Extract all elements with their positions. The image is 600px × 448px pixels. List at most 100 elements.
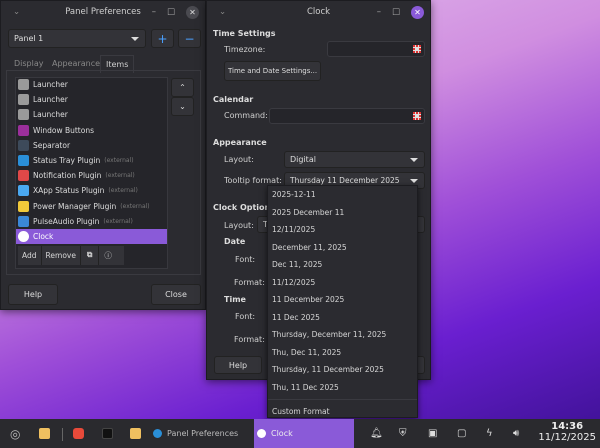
list-item[interactable]: Power Manager Plugin (external) [16,199,167,214]
help-button[interactable]: Help [8,284,58,305]
maximize-button[interactable]: □ [167,7,175,17]
menu-chevron-icon[interactable]: ⌄ [219,7,226,17]
dropdown-option[interactable]: Thursday, December 11, 2025 [268,326,417,344]
taskbar: ◎ Panel Preferences Clock 🔔︎ ⛨ ▣ ▢ ϟ 🔊︎ … [0,419,600,448]
tab-appearance[interactable]: Appearance [52,59,100,68]
date-font-label: Font: [235,255,256,264]
layout-label: Layout: [224,155,254,164]
dropdown-option[interactable]: Thursday, 11 December 2025 [268,361,417,379]
menu-chevron-icon[interactable]: ⌄ [13,7,20,17]
show-desktop-icon[interactable] [39,428,50,439]
clock-options-heading: Clock Options [213,203,276,212]
dropdown-option[interactable]: December 11, 2025 [268,239,417,257]
battery-icon[interactable]: ▢ [457,419,466,448]
dropdown-option[interactable]: Dec 11, 2025 [268,256,417,274]
item-label: Separator [33,140,71,150]
time-format-label: Format: [234,335,265,344]
taskbar-panel-preferences[interactable]: Panel Preferences [153,419,238,448]
list-item[interactable]: Launcher [16,107,167,122]
item-label: Power Manager Plugin [33,201,117,211]
external-tag: (external) [103,217,133,225]
power-icon[interactable]: ϟ [486,419,493,448]
clock-display[interactable]: 14:36 11/12/2025 [538,421,596,443]
list-item[interactable]: Separator [16,138,167,153]
plugin-icon [18,155,29,166]
list-item[interactable]: Notification Plugin (external) [16,168,167,183]
list-item[interactable]: Status Tray Plugin (external) [16,153,167,168]
terminal-launcher-icon[interactable] [102,428,113,439]
list-item[interactable]: Launcher [16,77,167,92]
panel-preferences-window: ⌄ Panel Preferences – □ ✕ Panel 1 + − Disp… [0,0,206,310]
item-label: Launcher [33,95,68,105]
external-tag: (external) [104,157,134,164]
dropdown-option-custom-format[interactable]: Custom Format [268,403,417,421]
timezone-label: Timezone: [224,45,266,54]
clear-icon[interactable] [413,112,421,120]
dropdown-option[interactable]: 11 Dec 2025 [268,309,417,327]
close-window-button[interactable]: ✕ [411,5,424,19]
item-label: Notification Plugin [33,171,102,181]
dropdown-option[interactable]: 11 December 2025 [268,291,417,309]
dropdown-option[interactable]: 11/12/2025 [268,274,417,292]
taskbar-label: Clock [271,429,293,438]
remove-item-button[interactable]: Remove [42,246,81,265]
dropdown-options: 2025-12-11 2025 December 11 12/11/2025 Dece… [268,186,417,396]
dropdown-option[interactable]: 2025 December 11 [268,204,417,222]
dropdown-arrow-icon [410,157,418,162]
maximize-button[interactable]: □ [392,7,400,17]
close-window-button[interactable]: ✕ [186,5,199,19]
minimize-button[interactable]: – [377,7,381,17]
command-input[interactable] [269,108,425,124]
title-bar[interactable]: ⌄ Clock – □ ✕ [207,1,430,23]
list-item[interactable]: XApp Status Plugin (external) [16,183,167,198]
clock-icon [257,429,266,438]
item-label: Status Tray Plugin [33,156,101,165]
help-button[interactable]: Help [214,356,262,374]
dropdown-option[interactable]: 12/11/2025 [268,221,417,239]
dropdown-option[interactable]: 2025-12-11 [268,186,417,204]
title-bar[interactable]: ⌄ Panel Preferences – □ ✕ [1,1,205,23]
add-panel-button[interactable]: + [151,29,174,48]
list-item[interactable]: Launcher [16,92,167,107]
shield-icon[interactable]: ⛨ [399,419,407,448]
list-item[interactable]: Window Buttons [16,123,167,138]
item-preferences-icon[interactable]: ⧉ [81,246,100,265]
tooltip-format-dropdown: 2025-12-11 2025 December 11 12/11/2025 Dece… [267,185,418,418]
clock-time: 14:36 [551,421,584,432]
dropdown-option[interactable]: Thu, Dec 11, 2025 [268,344,417,362]
list-item[interactable]: PulseAudio Plugin (external) [16,214,167,229]
plugin-icon [18,231,29,242]
add-item-button[interactable]: Add [18,246,42,265]
volume-icon[interactable]: 🔊︎ [513,419,519,448]
items-toolbar: Add Remove ⧉ ⓘ [18,246,124,265]
file-manager-launcher-icon[interactable] [130,428,141,439]
time-date-settings-button[interactable]: Time and Date Settings... [224,61,321,81]
clear-icon[interactable] [413,45,421,53]
plugin-icon [18,215,29,227]
dropdown-option[interactable]: Thu, 11 Dec 2025 [268,379,417,397]
time-settings-heading: Time Settings [213,29,276,38]
panel-select[interactable]: Panel 1 [8,29,146,48]
close-button[interactable]: Close [151,284,201,305]
firefox-launcher-icon[interactable] [73,428,84,439]
app-menu-icon[interactable]: ◎ [10,419,20,448]
taskbar-clock[interactable]: Clock [254,419,354,448]
layout-select[interactable]: Digital [284,151,425,168]
tooltip-format-value: Thursday 11 December 2025 [290,176,400,185]
dropdown-separator [268,399,417,400]
time-heading: Time [224,295,246,304]
remove-panel-button[interactable]: − [178,29,201,48]
move-down-button[interactable]: ⌄ [171,97,194,116]
minimize-button[interactable]: – [152,7,156,17]
notification-bell-icon[interactable]: 🔔︎ [370,419,383,448]
timezone-input[interactable] [327,41,425,57]
move-up-button[interactable]: ⌃ [171,78,194,97]
date-heading: Date [224,237,246,246]
list-item[interactable]: Clock [16,229,167,244]
window-title: Panel Preferences [65,7,141,17]
separator [62,428,63,441]
tab-display[interactable]: Display [14,59,44,68]
clipboard-icon[interactable]: ▣ [428,419,437,448]
about-item-icon[interactable]: ⓘ [99,246,117,265]
external-tag: (external) [120,202,150,210]
